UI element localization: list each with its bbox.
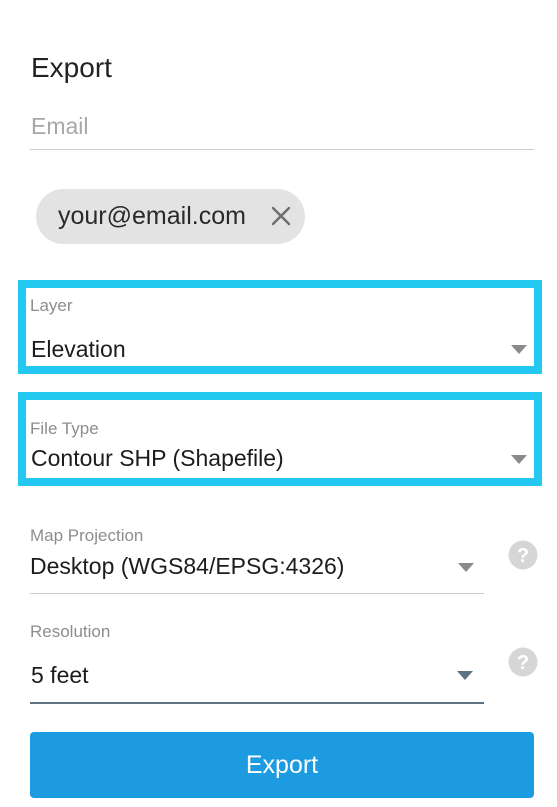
export-panel: Export your@email.com Layer Elevation Fi…	[0, 0, 557, 807]
map-projection-select[interactable]: Map Projection Desktop (WGS84/EPSG:4326)	[30, 520, 484, 594]
file-type-label: File Type	[30, 419, 99, 438]
resolution-value: 5 feet	[31, 662, 89, 688]
map-projection-underline	[30, 593, 484, 594]
email-chip-label: your@email.com	[58, 202, 246, 230]
layer-value: Elevation	[31, 336, 126, 362]
help-icon[interactable]: ?	[508, 647, 538, 677]
close-icon[interactable]	[270, 205, 292, 227]
layer-label: Layer	[30, 296, 73, 315]
resolution-underline	[30, 702, 484, 704]
file-type-select[interactable]: File Type Contour SHP (Shapefile)	[18, 392, 542, 486]
export-button[interactable]: Export	[30, 732, 534, 798]
email-input[interactable]	[30, 110, 534, 150]
resolution-label: Resolution	[30, 622, 111, 641]
file-type-value: Contour SHP (Shapefile)	[31, 445, 284, 471]
chevron-down-icon	[511, 455, 527, 464]
layer-select[interactable]: Layer Elevation	[18, 280, 542, 374]
panel-title: Export	[31, 52, 112, 83]
chevron-down-icon	[457, 671, 473, 680]
map-projection-label: Map Projection	[30, 526, 144, 545]
help-icon[interactable]: ?	[508, 540, 538, 570]
resolution-select[interactable]: Resolution 5 feet	[30, 616, 484, 704]
svg-text:?: ?	[517, 545, 529, 567]
svg-text:?: ?	[517, 652, 529, 674]
chevron-down-icon	[511, 345, 527, 354]
email-chip: your@email.com	[36, 189, 305, 244]
chevron-down-icon	[458, 563, 474, 572]
map-projection-value: Desktop (WGS84/EPSG:4326)	[30, 553, 345, 579]
